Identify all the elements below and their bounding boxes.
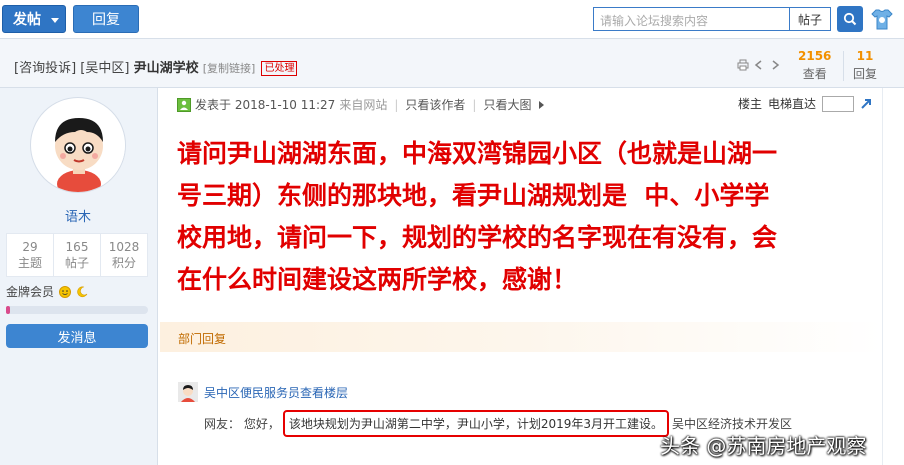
search-icon xyxy=(843,12,857,26)
department-reply-label: 部门回复 xyxy=(178,332,227,346)
author-stat-threads[interactable]: 29 主题 xyxy=(7,234,53,276)
play-arrow-icon xyxy=(539,100,545,109)
floor-jump-input[interactable] xyxy=(822,95,855,112)
reply-highlight: 该地块规划为尹山湖第二中学，尹山小学，计划2019年3月开工建设。 xyxy=(282,410,670,437)
right-margin xyxy=(882,88,904,465)
department-reply-header: 部门回复 xyxy=(160,322,882,352)
post-line: 校用地，请问一下，规划的学校的名字现在有没有，会 xyxy=(177,223,778,252)
author-sidebar: 语木 29 主题 165 帖子 1028 积分 金牌会员 发消息 xyxy=(0,88,158,465)
print-icon[interactable] xyxy=(737,59,749,71)
author-stat-posts[interactable]: 165 帖子 xyxy=(53,234,100,276)
divider: | xyxy=(394,97,399,112)
top-toolbar: 发帖 回复 请输入论坛搜索内容 帖子 xyxy=(0,0,904,38)
responder-name[interactable]: 吴中区便民服务员查看楼层 xyxy=(204,384,348,401)
chevron-down-icon xyxy=(51,18,59,23)
thread-region[interactable]: [吴中区] xyxy=(80,61,129,76)
post-line: 号三期）东侧的那块地，看尹山湖规划是 中、小学学 xyxy=(177,181,770,210)
rank-label: 金牌会员 xyxy=(6,285,55,299)
moon-level-icon xyxy=(77,285,88,297)
thread-tools xyxy=(737,59,781,71)
post-content: 请问尹山湖湖东面，中海双湾锦园小区（也就是山湖一 号三期）东侧的那块地，看尹山湖… xyxy=(177,133,877,301)
thread-title: [咨询投诉] [吴中区] 尹山湖学校 [复制链接] 已处理 xyxy=(14,57,298,76)
theme-shirt-icon[interactable] xyxy=(868,5,896,33)
author-rank: 金牌会员 xyxy=(6,283,88,300)
post-date: 发表于 2018-1-10 11:27 xyxy=(195,98,336,112)
jump-arrow-icon[interactable] xyxy=(860,98,872,110)
search-input[interactable]: 请输入论坛搜索内容 xyxy=(593,7,790,31)
status-badge: 已处理 xyxy=(261,61,298,76)
reply-prefix: 网友： 您好， xyxy=(204,417,280,431)
author-stat-points[interactable]: 1028 积分 xyxy=(100,234,147,276)
search-button[interactable] xyxy=(837,6,863,32)
send-message-button[interactable]: 发消息 xyxy=(6,324,148,348)
thread-category[interactable]: [咨询投诉] xyxy=(14,61,76,76)
online-status-icon xyxy=(177,97,191,112)
stat-divider xyxy=(843,51,844,81)
author-stats: 29 主题 165 帖子 1028 积分 xyxy=(6,233,148,277)
large-image-link[interactable]: 只看大图 xyxy=(483,96,531,113)
stat-value: 29 xyxy=(22,240,38,254)
divider: | xyxy=(472,97,477,112)
thread-header: [咨询投诉] [吴中区] 尹山湖学校 [复制链接] 已处理 2156 查看 11… xyxy=(0,38,904,88)
next-thread-icon[interactable] xyxy=(769,59,781,71)
stat-value: 165 xyxy=(65,240,89,254)
post-source: 来自网站 xyxy=(339,98,388,112)
thread-subject: 尹山湖学校 xyxy=(133,61,199,76)
replies-label: 回复 xyxy=(853,67,878,81)
stat-label: 主题 xyxy=(17,256,42,270)
stat-value: 1028 xyxy=(108,240,140,254)
new-post-label: 发帖 xyxy=(13,12,41,28)
prev-thread-icon[interactable] xyxy=(753,59,765,71)
views-count: 2156 xyxy=(798,49,832,63)
post-line: 请问尹山湖湖东面，中海双湾锦园小区（也就是山湖一 xyxy=(177,139,778,168)
responder-avatar[interactable] xyxy=(178,382,198,402)
post-line: 在什么时间建设这两所学校，感谢！ xyxy=(177,265,578,294)
level-progress-bar xyxy=(6,306,148,314)
stat-label: 帖子 xyxy=(64,256,89,270)
jump-label: 电梯直达 xyxy=(768,97,817,111)
stat-label: 积分 xyxy=(111,256,136,270)
replies-count: 11 xyxy=(856,49,874,63)
author-name[interactable]: 语木 xyxy=(0,206,156,225)
search-type-select[interactable]: 帖子 xyxy=(789,7,831,31)
watermark: 头条 @苏南房地产观察 xyxy=(660,434,867,458)
only-author-link[interactable]: 只看该作者 xyxy=(405,96,465,113)
level-progress-fill xyxy=(6,306,11,314)
reply-button[interactable]: 回复 xyxy=(73,5,139,33)
views-stat: 2156 查看 xyxy=(798,49,831,82)
sun-level-icon xyxy=(59,285,72,298)
views-label: 查看 xyxy=(802,67,827,81)
post-meta: 发表于 2018-1-10 11:27 来自网站 | 只看该作者 | 只看大图 xyxy=(177,96,545,113)
floor-label: 楼主 xyxy=(738,97,763,111)
replies-stat: 11 回复 xyxy=(853,49,877,82)
copy-link[interactable]: [复制链接] xyxy=(203,62,256,75)
avatar[interactable] xyxy=(30,97,126,193)
new-post-button[interactable]: 发帖 xyxy=(2,5,66,33)
floor-nav: 楼主 电梯直达 xyxy=(738,95,872,112)
